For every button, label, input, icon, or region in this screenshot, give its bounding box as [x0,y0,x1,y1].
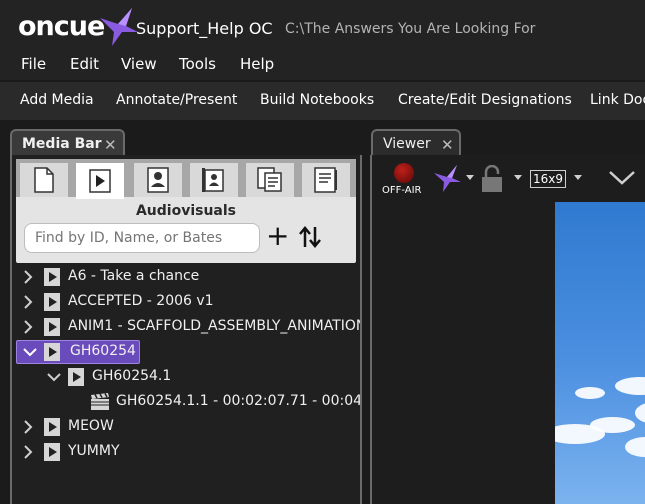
tree-row-selected[interactable]: GH60254 [12,340,360,364]
case-title: Support_Help OC [136,19,273,38]
sort-icon[interactable] [298,225,322,249]
off-air-label: OFF-AIR [382,185,422,196]
lock-icon[interactable] [480,165,504,193]
play-icon[interactable] [76,163,124,199]
document-icon[interactable] [20,163,68,197]
tab-viewer[interactable]: Viewer ✕ [371,129,461,157]
clapperboard-icon [91,393,109,410]
audiovisual-icon [44,268,60,286]
tree-row[interactable]: GH60254.1 [12,365,360,389]
tree-item-label: GH60254.1 [92,368,172,384]
tab-media-bar[interactable]: Media Bar ✕ [10,129,125,157]
tree-row[interactable]: ANIM1 - SCAFFOLD_ASSEMBLY_ANIMATION [12,315,360,339]
add-icon[interactable]: + [266,221,289,251]
exhibit-icon[interactable] [190,163,238,197]
build-notebooks-button[interactable]: Build Notebooks [260,92,374,108]
chevron-right-icon[interactable] [22,444,34,460]
tab-media-bar-label: Media Bar [22,136,102,152]
tree-item-label: ACCEPTED - 2006 v1 [68,293,214,309]
chevron-right-icon[interactable] [22,419,34,435]
notes-icon[interactable] [302,163,350,197]
menu-view[interactable]: View [121,50,157,73]
tree-row[interactable]: YUMMY [12,440,360,464]
viewer-close-icon[interactable]: ✕ [441,136,454,154]
tree-row[interactable]: A6 - Take a chance [12,265,360,289]
tree-item-label: A6 - Take a chance [68,268,200,284]
menu-edit[interactable]: Edit [70,50,99,73]
media-bar-header: Audiovisuals + [16,159,356,263]
audiovisual-icon [44,443,60,461]
audiovisual-icon [44,343,60,361]
chevron-right-icon[interactable] [22,294,34,310]
audiovisual-icon [44,293,60,311]
search-input[interactable] [24,223,260,253]
tree-item-label: YUMMY [68,443,120,459]
audiovisual-icon [44,318,60,336]
dropdown-arrow-icon[interactable] [514,175,522,181]
menu-bar: File Edit View Tools Help [0,50,645,80]
aspect-ratio-button[interactable]: 16x9 [530,170,566,188]
audiovisual-icon [68,368,84,386]
cloud-shape [575,387,605,399]
media-bar-panel: Audiovisuals + A6 - Take a chance ACCEPT… [10,155,362,504]
cloud-shape [625,437,645,457]
ribbon-toolbar: Add Media Annotate/Present Build Noteboo… [0,82,645,120]
tab-viewer-label: Viewer [383,136,431,152]
add-media-button[interactable]: Add Media [20,92,94,108]
menu-help[interactable]: Help [240,50,274,73]
tree-item-label: ANIM1 - SCAFFOLD_ASSEMBLY_ANIMATION [68,318,360,334]
oncue-logo: oncue [18,6,138,46]
create-edit-designations-button[interactable]: Create/Edit Designations [398,92,572,108]
section-title: Audiovisuals [135,203,237,219]
bird-logo-icon [100,8,138,46]
off-air-button[interactable] [394,163,414,183]
witness-icon[interactable] [134,163,182,197]
transcript-icon[interactable] [246,163,294,197]
tree-row[interactable]: GH60254.1.1 - 00:02:07.71 - 00:04:37. [12,390,360,414]
dropdown-arrow-icon[interactable] [574,175,582,181]
menu-tools[interactable]: Tools [179,50,216,73]
logo-text: oncue [18,10,105,42]
case-path: C:\The Answers You Are Looking For [285,21,536,37]
cloud-shape [590,417,635,433]
cloud-shape [635,402,645,424]
dropdown-arrow-icon[interactable] [466,175,474,181]
bird-presenter-icon[interactable] [432,163,462,193]
title-bar: oncue Support_Help OC C:\The Answers You… [0,0,645,50]
chevron-down-icon[interactable] [46,369,62,385]
media-bar-close-icon[interactable]: ✕ [104,136,117,154]
tree-item-label: MEOW [68,418,114,434]
tree-item-label: GH60254 [70,343,136,359]
chevron-down-icon[interactable] [22,344,38,360]
chevron-right-icon[interactable] [22,319,34,335]
cloud-shape [615,377,645,395]
tree-row[interactable]: MEOW [12,415,360,439]
chevron-down-icon[interactable] [608,169,636,187]
chevron-right-icon[interactable] [22,269,34,285]
video-frame [555,202,645,504]
media-type-tabs [16,159,356,199]
viewer-panel: OFF-AIR 16x9 [370,155,645,504]
tree-item-label: GH60254.1.1 - 00:02:07.71 - 00:04:37. [116,393,360,409]
menu-file[interactable]: File [21,50,46,73]
audiovisual-icon [44,418,60,436]
tree-row[interactable]: ACCEPTED - 2006 v1 [12,290,360,314]
link-documents-button[interactable]: Link Doc [590,92,645,108]
annotate-present-button[interactable]: Annotate/Present [116,92,237,108]
